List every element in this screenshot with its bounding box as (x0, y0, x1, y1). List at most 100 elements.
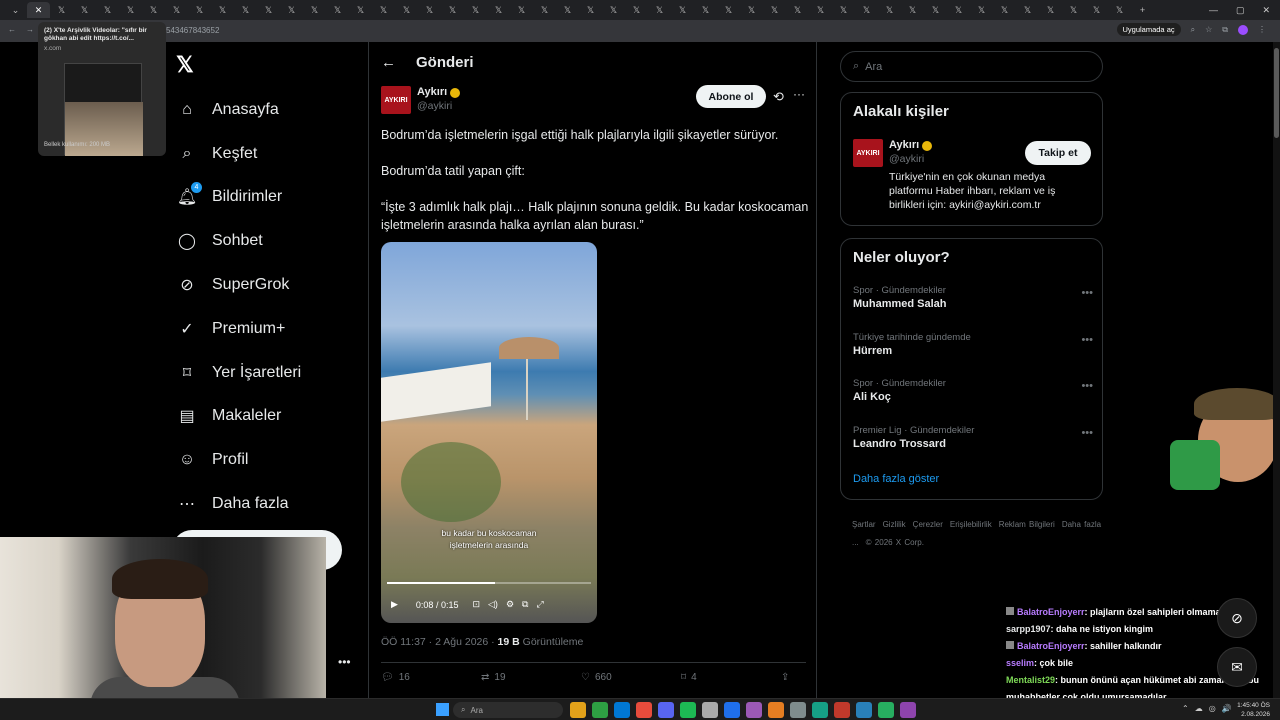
taskbar-app-icon[interactable] (812, 702, 828, 718)
repost-button[interactable]: ⇄ 19 (481, 672, 581, 683)
grok-icon[interactable]: ⟲ (773, 89, 784, 105)
video-progress-bar[interactable] (387, 582, 591, 584)
volume-icon[interactable]: ◁) (488, 599, 498, 610)
clock[interactable]: 1:45:40 ÖS 2.08.2026 (1237, 701, 1270, 719)
chat-username[interactable]: sselim (1006, 658, 1034, 668)
messages-fab-icon[interactable]: ✉ (1217, 647, 1257, 687)
taskbar-app-icon[interactable] (592, 702, 608, 718)
browser-tab[interactable]: 𝕏 (717, 2, 740, 18)
browser-tab[interactable]: 𝕏 (1085, 2, 1108, 18)
sidebar-item-search[interactable]: ⌕ Keşfet (176, 132, 366, 176)
play-icon[interactable]: ▶ (391, 599, 398, 610)
browser-tab[interactable]: 𝕏 (257, 2, 280, 18)
trend-item[interactable]: Spor · Gündemdekiler Muhammed Salah ••• (853, 285, 1093, 310)
footer-link[interactable]: Reklam Bilgileri (999, 520, 1055, 529)
author-handle[interactable]: @aykiri (417, 100, 460, 113)
related-name[interactable]: Aykırı (889, 139, 919, 153)
taskbar-app-icon[interactable] (856, 702, 872, 718)
video-player[interactable]: bu kadar bu koskocaman işletmelerin aras… (381, 242, 597, 623)
browser-tab[interactable]: 𝕏 (901, 2, 924, 18)
trend-more-icon[interactable]: ••• (1081, 380, 1093, 392)
reply-button[interactable]: 💬︎ 16 (381, 672, 481, 683)
browser-tab[interactable]: 𝕏 (395, 2, 418, 18)
forward-nav-icon[interactable]: → (26, 25, 34, 34)
extensions-icon[interactable]: ⧉ (1222, 25, 1228, 35)
browser-tab[interactable]: 𝕏 (464, 2, 487, 18)
open-in-app-button[interactable]: Uygulamada aç (1116, 23, 1181, 36)
star-icon[interactable]: ☆ (1205, 25, 1212, 34)
windows-start-icon[interactable] (436, 703, 449, 716)
chat-username[interactable]: Mentalist29 (1006, 675, 1055, 685)
taskbar-app-icon[interactable] (724, 702, 740, 718)
chat-username[interactable]: BalatroEnjoyerr (1017, 607, 1085, 617)
browser-tab[interactable]: 𝕏 (786, 2, 809, 18)
taskbar-app-icon[interactable] (790, 702, 806, 718)
browser-tab[interactable]: 𝕏 (671, 2, 694, 18)
sidebar-item-bell[interactable]: 🔔︎ 4 Bildirimler (176, 176, 366, 220)
footer-link[interactable]: Gizlilik (883, 520, 906, 529)
browser-tab[interactable]: 𝕏 (280, 2, 303, 18)
browser-tab[interactable]: 𝕏 (96, 2, 119, 18)
browser-tab[interactable]: 𝕏 (533, 2, 556, 18)
post-author[interactable]: AYKIRI Aykırı @aykiri (381, 86, 461, 114)
browser-tab[interactable]: 𝕏 (832, 2, 855, 18)
browser-tab[interactable]: 𝕏 (740, 2, 763, 18)
browser-tab[interactable]: 𝕏 (648, 2, 671, 18)
taskbar-app-icon[interactable] (658, 702, 674, 718)
back-nav-icon[interactable]: ← (8, 25, 16, 34)
bookmark-button[interactable]: ⌑ 4 (681, 672, 781, 683)
sidebar-item-profile[interactable]: ☺ Profil (176, 438, 366, 482)
profile-avatar[interactable] (1238, 24, 1248, 35)
browser-tab[interactable]: 𝕏 (50, 2, 73, 18)
footer-link[interactable]: © 2026 X Corp. (866, 538, 924, 547)
browser-tab[interactable]: 𝕏 (188, 2, 211, 18)
taskbar-app-icon[interactable] (702, 702, 718, 718)
trend-item[interactable]: Premier Lig · Gündemdekiler Leandro Tross… (853, 425, 1093, 450)
browser-tab[interactable]: 𝕏 (326, 2, 349, 18)
grok-fab-icon[interactable]: ⊘ (1217, 598, 1257, 638)
taskbar-app-icon[interactable] (570, 702, 586, 718)
post-timestamp[interactable]: ÖÖ 11:37 · 2 Ağu 2026 · (381, 636, 498, 648)
author-name[interactable]: Aykırı (417, 86, 447, 100)
browser-tab[interactable]: 𝕏 (487, 2, 510, 18)
taskbar-app-icon[interactable] (900, 702, 916, 718)
like-button[interactable]: ♡ 660 (581, 672, 681, 683)
browser-tab[interactable]: 𝕏 (165, 2, 188, 18)
taskbar-app-icon[interactable] (614, 702, 630, 718)
search-input[interactable]: ⌕ Ara (840, 51, 1103, 82)
browser-tab[interactable]: 𝕏 (625, 2, 648, 18)
url-text[interactable]: 543467843652 (166, 26, 219, 35)
x-logo-icon[interactable]: 𝕏 (176, 52, 194, 78)
browser-tab[interactable]: 𝕏 (602, 2, 625, 18)
fullscreen-icon[interactable]: ⤢ (536, 599, 543, 610)
browser-tab[interactable]: 𝕏 (119, 2, 142, 18)
sidebar-item-premium[interactable]: ✓ Premium+ (176, 307, 366, 351)
close-tab-icon[interactable]: ✕ (27, 2, 50, 18)
browser-tab[interactable]: 𝕏 (1016, 2, 1039, 18)
browser-tab[interactable]: 𝕏 (947, 2, 970, 18)
browser-tab[interactable]: 𝕏 (556, 2, 579, 18)
taskbar-app-icon[interactable] (680, 702, 696, 718)
sidebar-item-chat[interactable]: ◯ Sohbet (176, 219, 366, 263)
scrollbar[interactable] (1273, 42, 1280, 698)
browser-tab[interactable]: 𝕏 (579, 2, 602, 18)
taskbar-app-icon[interactable] (834, 702, 850, 718)
browser-tab[interactable]: 𝕏 (234, 2, 257, 18)
trend-item[interactable]: Spor · Gündemdekiler Ali Koç ••• (853, 378, 1093, 403)
trend-more-icon[interactable]: ••• (1081, 427, 1093, 439)
settings-icon[interactable]: ⚙ (506, 599, 514, 610)
browser-tab[interactable]: 𝕏 (1062, 2, 1085, 18)
browser-tab[interactable]: 𝕏 (809, 2, 832, 18)
chat-username[interactable]: BalatroEnjoyerr (1017, 641, 1085, 651)
account-more-icon[interactable]: ••• (338, 655, 351, 669)
follow-button[interactable]: Takip et (1025, 141, 1091, 165)
browser-tab[interactable]: 𝕏 (441, 2, 464, 18)
browser-tab[interactable]: 𝕏 (970, 2, 993, 18)
trend-more-icon[interactable]: ••• (1081, 287, 1093, 299)
browser-tab[interactable]: 𝕏 (855, 2, 878, 18)
taskbar-app-icon[interactable] (746, 702, 762, 718)
zoom-icon[interactable]: ⌕ (1191, 25, 1195, 35)
browser-tab[interactable]: 𝕏 (372, 2, 395, 18)
related-avatar[interactable]: AYKIRI (853, 139, 883, 167)
back-arrow-icon[interactable]: ← (381, 54, 396, 71)
